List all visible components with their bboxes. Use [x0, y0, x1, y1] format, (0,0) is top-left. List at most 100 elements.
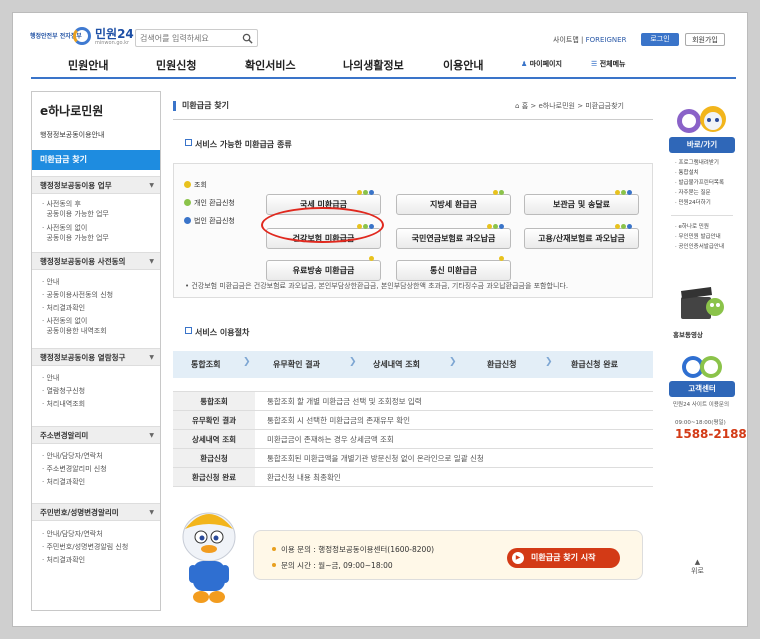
- legend-label: 법인 환급신청: [194, 217, 235, 225]
- nav-item-verify[interactable]: 확인서비스: [245, 57, 296, 73]
- status-dots: [486, 224, 504, 229]
- item-label: 공동이용 가능한 업무: [46, 234, 109, 242]
- side-nav-item[interactable]: · 처리결과확인: [42, 477, 85, 487]
- mypage-link[interactable]: ♟ 마이페이지: [521, 59, 562, 69]
- quick-link-label: 통합설치: [678, 170, 699, 176]
- quick-link-label: 발급불가프린터목록: [678, 180, 725, 186]
- side-nav-item[interactable]: · 안내/담당자/연락처: [42, 451, 103, 461]
- side-nav-item[interactable]: · 주소변경알리미 신청: [42, 464, 107, 474]
- service-label: 통신 미환급금: [430, 266, 477, 275]
- services-note: • 건강보험 미환급금은 건강보험료 과오납금, 본인부담상한환급금, 본인부담…: [185, 282, 569, 290]
- process-step: 통합조회: [191, 360, 221, 369]
- item-label: 안내: [46, 278, 60, 286]
- contact-label: 이용 문의 :: [281, 545, 316, 554]
- nav-item-life-info[interactable]: 나의생활정보: [343, 57, 404, 73]
- quick-link[interactable]: · 통합설치: [675, 169, 699, 177]
- back-to-top-button[interactable]: ▲ 위로: [691, 558, 704, 576]
- status-dots: [368, 256, 374, 261]
- blue-dot-icon: [184, 217, 191, 224]
- contact-line: 이용 문의 : 행정정보공동이용센터(1600-8200): [272, 544, 434, 555]
- item-label: 안내/담당자/연락처: [46, 452, 103, 460]
- side-nav-section[interactable]: 주소변경알리미 ▼: [32, 426, 160, 444]
- join-button[interactable]: 회원가입: [685, 33, 725, 46]
- side-nav-section[interactable]: 행정정보공동이용 열람청구 ▼: [32, 348, 160, 366]
- side-nav-item[interactable]: · 처리결과확인: [42, 555, 85, 565]
- login-button[interactable]: 로그인: [641, 33, 679, 46]
- quick-link[interactable]: · e하나로 민원: [675, 223, 709, 231]
- menu-icon: ☰: [591, 60, 600, 68]
- side-nav-item[interactable]: · 안내: [42, 277, 59, 287]
- promo-video-link[interactable]: 홍보동영상: [673, 329, 703, 339]
- quick-link[interactable]: · 자주묻는 질문: [675, 189, 711, 197]
- side-nav-item[interactable]: · 열람청구신청: [42, 386, 85, 396]
- process-steps: 통합조회 ❯ 유무확인 결과 ❯ 상세내역 조회 ❯ 환급신청 ❯ 환급신청 완…: [173, 351, 653, 378]
- quick-link[interactable]: · 발급불가프린터목록: [675, 179, 724, 187]
- side-nav-section[interactable]: 행정정보공동이용 사전동의 ▼: [32, 252, 160, 270]
- side-nav-item[interactable]: · 사전동의 후 공동이용 가능한 업무: [42, 199, 109, 219]
- item-label: 안내: [46, 374, 60, 382]
- start-search-button[interactable]: ▶ 미환급금 찾기 시작: [507, 548, 620, 568]
- breadcrumb-item[interactable]: 홈: [522, 102, 528, 110]
- row-desc: 통합조회된 미환급액을 개별기관 방문신청 없이 온라인으로 일괄 신청: [255, 448, 653, 468]
- nav-item-minwon-info[interactable]: 민원안내: [68, 57, 108, 73]
- service-button-national-pension[interactable]: 국민연금보험료 과오납금: [396, 224, 511, 249]
- quick-link-label: e하나로 민원: [678, 224, 709, 230]
- sitemap-link[interactable]: 사이트맵: [553, 36, 579, 44]
- item-label: 처리내역조회: [46, 400, 86, 408]
- item-label: 공동이용사전동의 신청: [46, 291, 114, 299]
- item-label: 처리결과확인: [46, 478, 86, 486]
- breadcrumb: ⌂ 홈 > e하나로민원 > 미환급금찾기: [515, 102, 624, 110]
- side-nav-subtitle[interactable]: 행정정보공동이용안내: [40, 130, 104, 140]
- side-nav-item[interactable]: · 주민번호/성명변경알림 신청: [42, 542, 128, 552]
- quick-link[interactable]: · 프로그램내려받기: [675, 159, 719, 167]
- process-step: 환급신청: [487, 360, 517, 369]
- search-icon[interactable]: [242, 33, 253, 44]
- side-nav-section[interactable]: 주민번호/성명변경알리미 ▼: [32, 503, 160, 521]
- side-nav-item[interactable]: · 안내: [42, 373, 59, 383]
- logo-url: minwon.go.kr: [95, 40, 130, 46]
- quick-link[interactable]: · 무인민원 발급안내: [675, 233, 721, 241]
- side-nav-item[interactable]: · 사전동의 없이 공동이용 가능한 업무: [42, 223, 109, 243]
- side-nav-section[interactable]: 행정정보공동이용 업무 ▼: [32, 176, 160, 194]
- side-nav-item[interactable]: · 안내/담당자/연락처: [42, 529, 103, 539]
- yellow-dot-icon: [184, 181, 191, 188]
- search-input[interactable]: [140, 32, 240, 45]
- breadcrumb-item[interactable]: e하나로민원: [538, 102, 575, 110]
- service-button-telecom[interactable]: 통신 미환급금: [396, 256, 511, 281]
- service-button-deposit[interactable]: 보관금 및 송달료: [524, 190, 639, 215]
- quick-title: 바로/가기: [669, 137, 735, 153]
- arrow-up-icon: ▲: [694, 558, 701, 566]
- service-button-employment-insurance[interactable]: 고용/산재보험료 과오납금: [524, 224, 639, 249]
- home-icon[interactable]: ⌂: [515, 102, 519, 110]
- logo-mark-icon: [73, 27, 91, 45]
- service-button-local-tax[interactable]: 지방세 환급금: [396, 190, 511, 215]
- process-section-title: 서비스 이용절차: [185, 327, 249, 338]
- item-label: 공동이용 가능한 업무: [46, 210, 109, 218]
- quick-link[interactable]: · 민원24더하기: [675, 199, 711, 207]
- side-nav-item[interactable]: · 처리결과확인: [42, 303, 85, 313]
- status-dots: [498, 256, 504, 261]
- person-icon: ♟: [521, 60, 530, 68]
- video-clapper-icon[interactable]: [677, 281, 727, 325]
- play-icon: ▶: [512, 552, 524, 564]
- side-nav-item[interactable]: · 처리내역조회: [42, 399, 85, 409]
- cs-phone: 1588-2188: [675, 427, 747, 441]
- service-button-paid-broadcast[interactable]: 유료방송 미환급금: [266, 256, 381, 281]
- side-nav-active-item[interactable]: 미환급금 찾기: [32, 150, 160, 170]
- foreigner-link[interactable]: FOREIGNER: [586, 36, 627, 44]
- service-label: 보관금 및 송달료: [552, 200, 611, 209]
- side-nav-item[interactable]: · 사전동의 없이 공동이용한 내역조회: [42, 316, 107, 336]
- allmenu-link[interactable]: ☰ 전체메뉴: [591, 59, 625, 69]
- quick-link-label: 무인민원 발급안내: [678, 234, 721, 240]
- quick-link-label: 민원24더하기: [678, 200, 711, 206]
- caret-down-icon: ▼: [149, 509, 154, 516]
- nav-item-minwon-apply[interactable]: 민원신청: [156, 57, 196, 73]
- side-nav-item[interactable]: · 공동이용사전동의 신청: [42, 290, 113, 300]
- service-label: 고용/산재보험료 과오납금: [538, 234, 625, 243]
- caret-down-icon: ▼: [149, 182, 154, 189]
- legend-item: 개인 환급신청: [184, 198, 235, 208]
- nav-item-usage[interactable]: 이용안내: [443, 57, 483, 73]
- quick-link[interactable]: · 공인인증서발급안내: [675, 243, 724, 251]
- cs-hours: 09:00~18:00(평일): [675, 420, 726, 426]
- item-label: 주민번호/성명변경알림 신청: [46, 543, 129, 551]
